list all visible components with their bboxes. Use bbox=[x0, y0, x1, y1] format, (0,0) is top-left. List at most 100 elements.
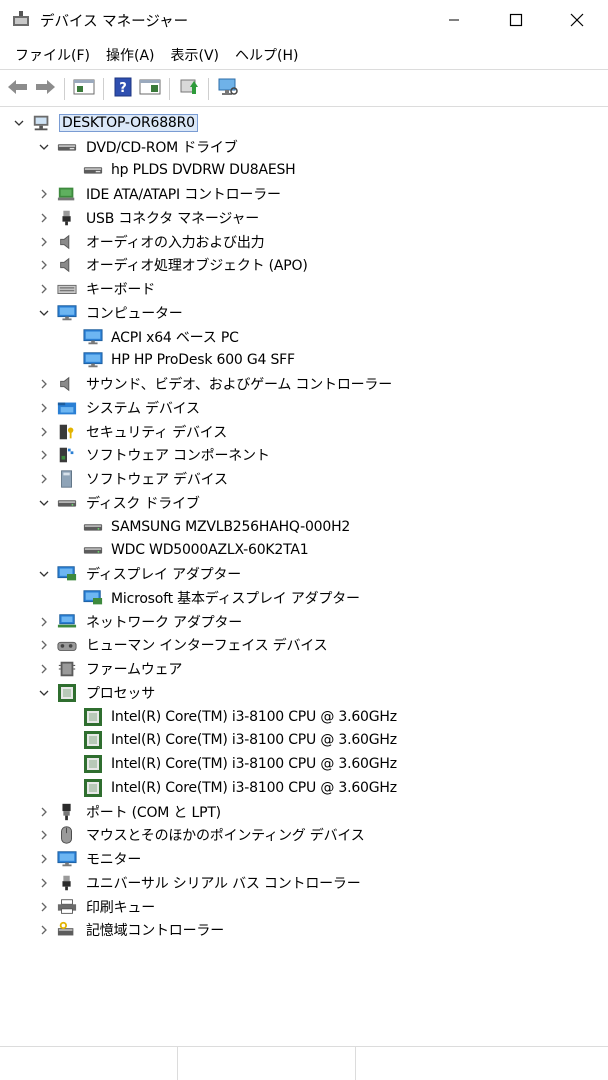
chevron-down-icon[interactable] bbox=[38, 307, 50, 319]
display-adapter-icon bbox=[83, 589, 103, 607]
chevron-right-icon[interactable] bbox=[38, 449, 50, 461]
chevron-right-icon[interactable] bbox=[38, 283, 50, 295]
scan-hardware-button[interactable] bbox=[216, 77, 240, 101]
firmware-icon bbox=[57, 660, 77, 678]
speaker-icon bbox=[57, 233, 77, 251]
tree-category[interactable]: 印刷キュー bbox=[0, 895, 608, 919]
menu-file[interactable]: ファイル(F) bbox=[7, 43, 98, 69]
chevron-down-icon[interactable] bbox=[38, 568, 50, 580]
tree-category[interactable]: オーディオの入力および出力 bbox=[0, 230, 608, 254]
tree-category[interactable]: ディスク ドライブ bbox=[0, 491, 608, 515]
menu-action[interactable]: 操作(A) bbox=[98, 43, 163, 69]
display-adapter-icon bbox=[57, 565, 77, 583]
help-button[interactable]: ? bbox=[111, 77, 135, 101]
tree-category[interactable]: 記憶域コントローラー bbox=[0, 919, 608, 943]
port-icon bbox=[57, 803, 77, 821]
tree-device[interactable]: SAMSUNG MZVLB256HAHQ-000H2 bbox=[0, 515, 608, 539]
keyboard-icon bbox=[57, 280, 77, 298]
menu-help[interactable]: ヘルプ(H) bbox=[227, 43, 306, 69]
monitor-icon bbox=[83, 328, 103, 346]
chevron-right-icon[interactable] bbox=[38, 426, 50, 438]
minimize-button[interactable] bbox=[423, 0, 485, 40]
tree-device[interactable]: HP HP ProDesk 600 G4 SFF bbox=[0, 349, 608, 373]
chevron-down-icon[interactable] bbox=[38, 141, 50, 153]
tree-category[interactable]: モニター bbox=[0, 847, 608, 871]
tree-item-label: モニター bbox=[86, 852, 142, 869]
chevron-right-icon[interactable] bbox=[38, 806, 50, 818]
toolbar-separator bbox=[103, 77, 104, 100]
tree-category[interactable]: ファームウェア bbox=[0, 657, 608, 681]
tree-device[interactable]: Intel(R) Core(TM) i3-8100 CPU @ 3.60GHz bbox=[0, 776, 608, 800]
chevron-right-icon[interactable] bbox=[38, 924, 50, 936]
chevron-down-icon[interactable] bbox=[13, 117, 25, 129]
tree-item-label: ネットワーク アダプター bbox=[86, 614, 243, 631]
tree-root[interactable]: DESKTOP-OR688R0 bbox=[0, 111, 608, 135]
computer-network-icon bbox=[32, 114, 52, 132]
tree-category[interactable]: キーボード bbox=[0, 277, 608, 301]
chevron-right-icon[interactable] bbox=[38, 639, 50, 651]
tree-category[interactable]: セキュリティ デバイス bbox=[0, 420, 608, 444]
tree-category[interactable]: ソフトウェア コンポーネント bbox=[0, 444, 608, 468]
tree-category[interactable]: ネットワーク アダプター bbox=[0, 610, 608, 634]
tree-item-label: ソフトウェア デバイス bbox=[86, 472, 228, 489]
chevron-right-icon[interactable] bbox=[38, 259, 50, 271]
chevron-right-icon[interactable] bbox=[38, 663, 50, 675]
chevron-right-icon[interactable] bbox=[38, 402, 50, 414]
chevron-right-icon[interactable] bbox=[38, 378, 50, 390]
tree-category[interactable]: ディスプレイ アダプター bbox=[0, 562, 608, 586]
back-button[interactable] bbox=[6, 77, 30, 101]
properties-view-button[interactable] bbox=[72, 77, 96, 101]
chevron-right-icon[interactable] bbox=[38, 616, 50, 628]
close-button[interactable] bbox=[546, 0, 608, 40]
tree-category[interactable]: ポート (COM と LPT) bbox=[0, 800, 608, 824]
tree-device[interactable]: ACPI x64 ベース PC bbox=[0, 325, 608, 349]
tree-category[interactable]: システム デバイス bbox=[0, 396, 608, 420]
chevron-right-icon[interactable] bbox=[38, 473, 50, 485]
tree-category[interactable]: ソフトウェア デバイス bbox=[0, 467, 608, 491]
toolbar-separator bbox=[64, 77, 65, 100]
toolbar-separator bbox=[169, 77, 170, 100]
tree-item-label: ディスク ドライブ bbox=[86, 495, 200, 512]
tree-category[interactable]: コンピューター bbox=[0, 301, 608, 325]
software-component-icon bbox=[57, 446, 77, 464]
chevron-right-icon[interactable] bbox=[38, 829, 50, 841]
tree-item-label: コンピューター bbox=[86, 305, 183, 322]
menu-view[interactable]: 表示(V) bbox=[163, 43, 228, 69]
tree-device[interactable]: Intel(R) Core(TM) i3-8100 CPU @ 3.60GHz bbox=[0, 752, 608, 776]
tree-item-label: 記憶域コントローラー bbox=[86, 923, 224, 940]
tree-category[interactable]: ユニバーサル シリアル バス コントローラー bbox=[0, 871, 608, 895]
maximize-button[interactable] bbox=[485, 0, 547, 40]
status-cell-3 bbox=[356, 1047, 608, 1080]
tree-device[interactable]: hp PLDS DVDRW DU8AESH bbox=[0, 159, 608, 183]
update-driver-icon bbox=[178, 77, 200, 101]
tree-category[interactable]: IDE ATA/ATAPI コントローラー bbox=[0, 182, 608, 206]
tree-device[interactable]: Microsoft 基本ディスプレイ アダプター bbox=[0, 586, 608, 610]
tree-category[interactable]: マウスとそのほかのポインティング デバイス bbox=[0, 824, 608, 848]
speaker-icon bbox=[57, 375, 77, 393]
tree-device[interactable]: Intel(R) Core(TM) i3-8100 CPU @ 3.60GHz bbox=[0, 705, 608, 729]
chevron-right-icon[interactable] bbox=[38, 877, 50, 889]
tree-item-label: DESKTOP-OR688R0 bbox=[59, 113, 198, 132]
tree-device[interactable]: Intel(R) Core(TM) i3-8100 CPU @ 3.60GHz bbox=[0, 729, 608, 753]
chevron-right-icon[interactable] bbox=[38, 853, 50, 865]
mouse-icon bbox=[57, 826, 77, 845]
disk-icon bbox=[83, 541, 103, 559]
tree-item-label: hp PLDS DVDRW DU8AESH bbox=[111, 162, 296, 179]
forward-button[interactable] bbox=[33, 77, 57, 101]
tree-category[interactable]: DVD/CD-ROM ドライブ bbox=[0, 135, 608, 159]
chevron-right-icon[interactable] bbox=[38, 901, 50, 913]
processor-icon bbox=[83, 731, 103, 750]
tree-category[interactable]: サウンド、ビデオ、およびゲーム コントローラー bbox=[0, 372, 608, 396]
tree-device[interactable]: WDC WD5000AZLX-60K2TA1 bbox=[0, 539, 608, 563]
chevron-right-icon[interactable] bbox=[38, 236, 50, 248]
chevron-right-icon[interactable] bbox=[38, 188, 50, 200]
tree-category[interactable]: USB コネクタ マネージャー bbox=[0, 206, 608, 230]
action-pane-button[interactable] bbox=[138, 77, 162, 101]
chevron-down-icon[interactable] bbox=[38, 687, 50, 699]
tree-category[interactable]: オーディオ処理オブジェクト (APO) bbox=[0, 254, 608, 278]
tree-category[interactable]: プロセッサ bbox=[0, 681, 608, 705]
tree-category[interactable]: ヒューマン インターフェイス デバイス bbox=[0, 634, 608, 658]
chevron-down-icon[interactable] bbox=[38, 497, 50, 509]
update-driver-button[interactable] bbox=[177, 77, 201, 101]
chevron-right-icon[interactable] bbox=[38, 212, 50, 224]
